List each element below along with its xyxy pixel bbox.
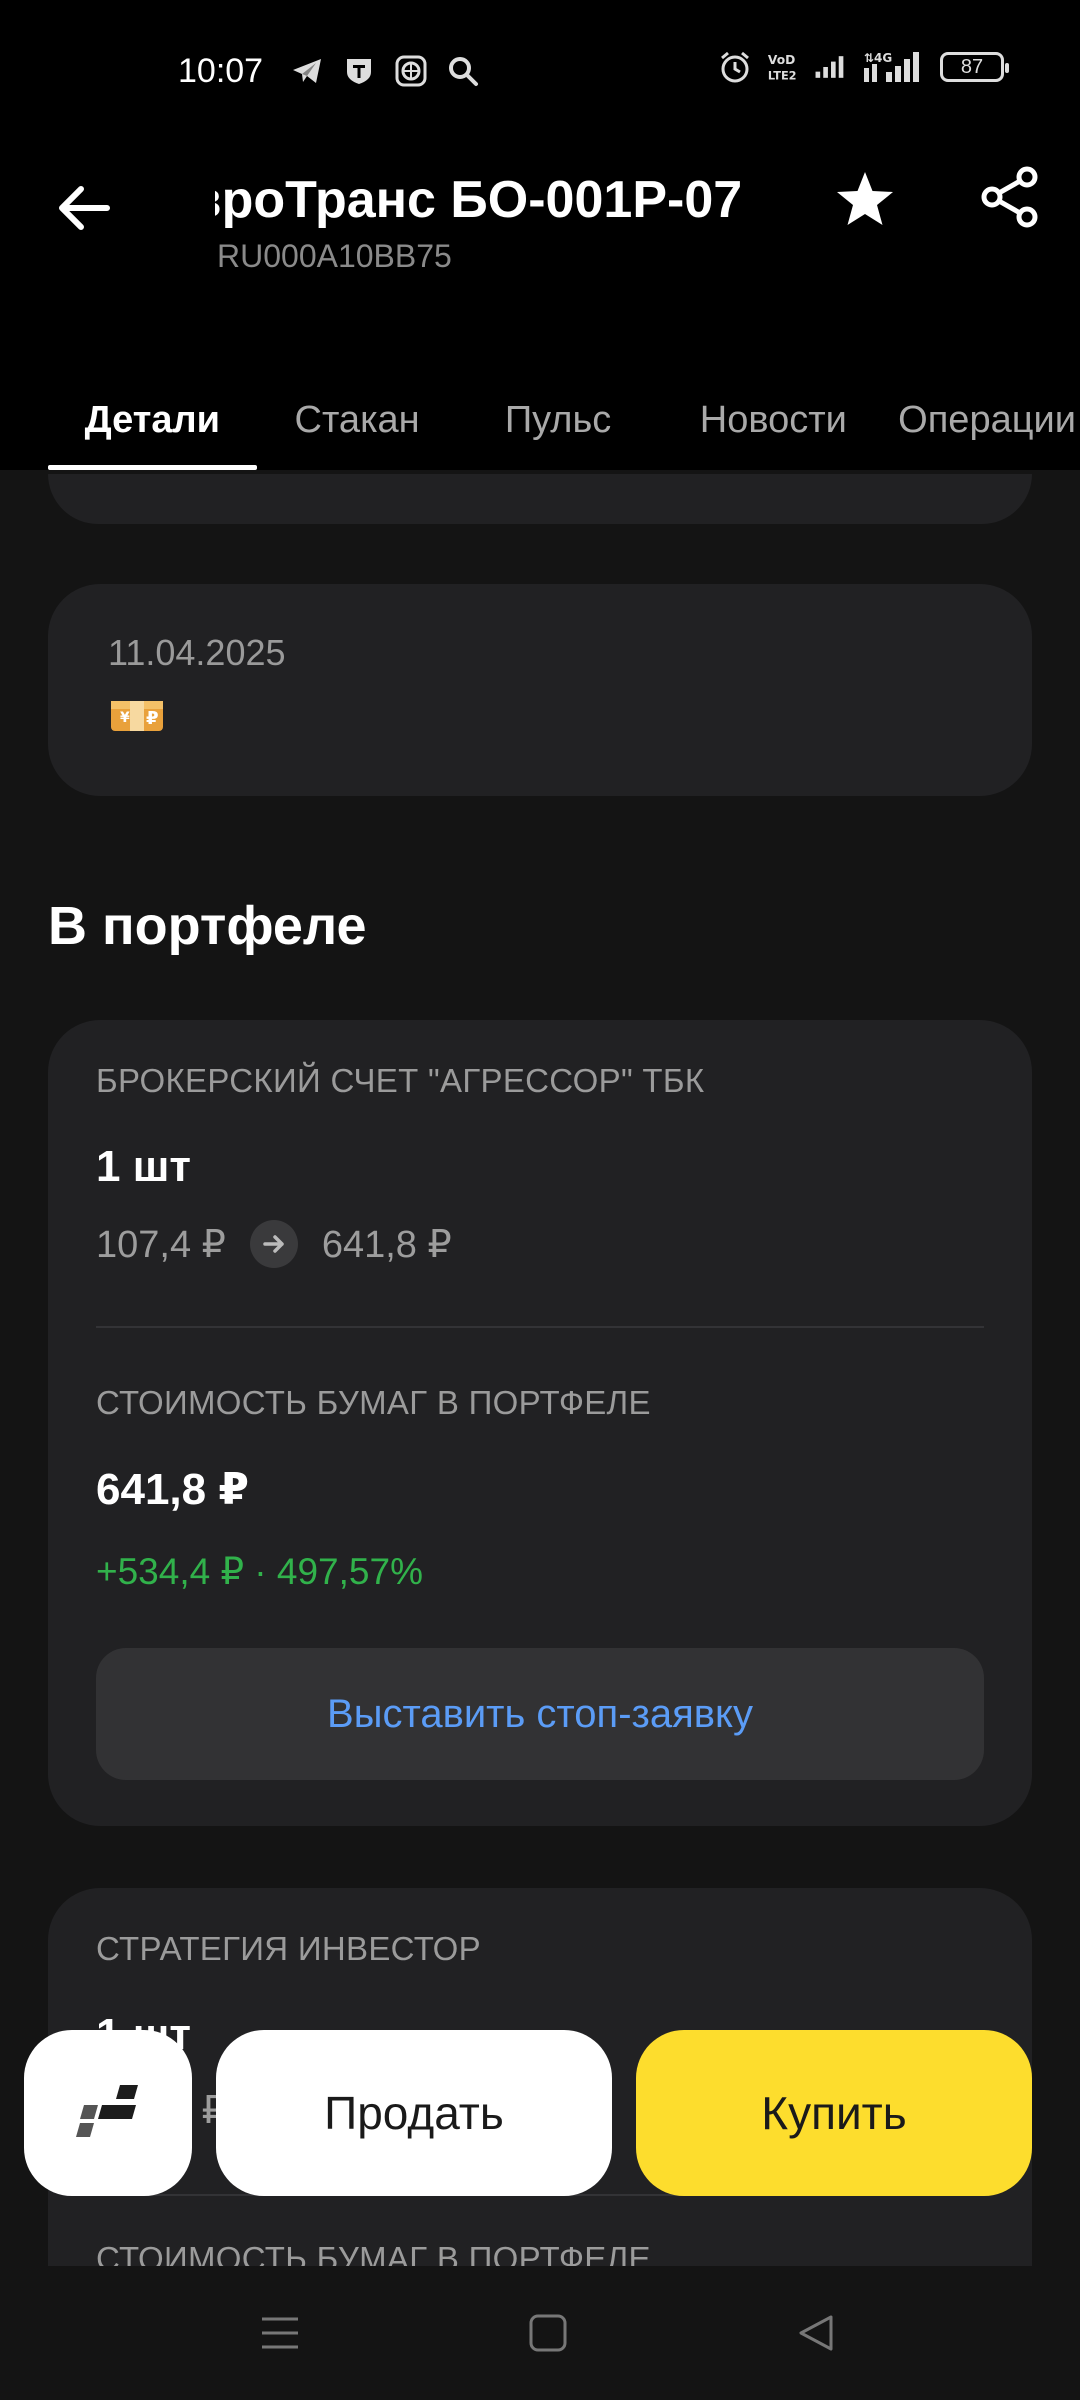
alarm-icon <box>718 50 752 84</box>
arrow-left-icon <box>59 186 110 230</box>
share-button[interactable] <box>975 162 1045 232</box>
menu-nav-button[interactable] <box>250 2308 310 2358</box>
header: ЕвроТранс БО-001Р-07 RU000A10BB75 Детали… <box>0 150 1080 470</box>
svg-text:⇅4G: ⇅4G <box>864 51 892 65</box>
strategy-label: СТРАТЕГИЯ ИНВЕСТОР <box>96 1930 481 1967</box>
date-text: 11.04.2025 <box>108 632 286 673</box>
price-row: 107,4 ₽ 641,8 ₽ <box>96 1220 452 1268</box>
status-icons-left <box>290 54 480 88</box>
status-bar: 10:07 VoD LTE2 ⇅4G 87 <box>0 0 1080 150</box>
menu-icon <box>262 2317 298 2349</box>
shield-app-icon <box>342 54 376 88</box>
star-icon <box>837 172 893 225</box>
back-button[interactable] <box>52 176 116 240</box>
search-icon <box>446 54 480 88</box>
svg-text:LTE2: LTE2 <box>768 68 797 82</box>
tab-bar: Детали Стакан Пульс Новости Операции <box>0 370 1080 470</box>
money-bundle-icon: ¥ ₽ <box>111 701 163 731</box>
tab-operations[interactable]: Операции <box>888 370 1080 470</box>
assistant-button[interactable] <box>24 2030 192 2196</box>
title-container: ЕвроТранс БО-001Р-07 <box>215 160 785 240</box>
section-title-portfolio: В портфеле <box>48 896 367 956</box>
triangle-back-icon <box>799 2315 833 2351</box>
vpn-globe-icon <box>394 54 428 88</box>
divider <box>96 1326 984 1328</box>
portfolio-gain: +534,4 ₽ · 497,57% <box>96 1551 423 1592</box>
current-price: 641,8 ₽ <box>321 1223 452 1266</box>
portfolio-value: 641,8 ₽ <box>96 1465 249 1514</box>
battery-icon: 87 <box>940 52 1009 82</box>
system-nav-bar <box>0 2266 1080 2400</box>
svg-text:VoD: VoD <box>768 53 795 67</box>
page-title: ЕвроТранс БО-001Р-07 <box>215 171 743 229</box>
tab-order-book[interactable]: Стакан <box>257 370 458 470</box>
signal-icon <box>814 50 848 84</box>
svg-text:¥: ¥ <box>120 710 130 726</box>
account-label: БРОКЕРСКИЙ СЧЕТ "АГРЕССОР" ТБК <box>96 1062 705 1099</box>
back-nav-button[interactable] <box>786 2308 846 2358</box>
tab-pulse[interactable]: Пульс <box>458 370 659 470</box>
tab-news[interactable]: Новости <box>659 370 889 470</box>
status-icons-right: VoD LTE2 ⇅4G 87 <box>718 50 1009 84</box>
stop-order-button[interactable]: Выставить стоп-заявку <box>96 1648 984 1780</box>
isin-code: RU000A10BB75 <box>217 238 452 274</box>
previous-card-bottom <box>48 474 1032 524</box>
favorite-button[interactable] <box>830 164 900 234</box>
svg-text:₽: ₽ <box>146 708 159 729</box>
sell-button[interactable]: Продать <box>216 2030 612 2196</box>
status-time: 10:07 <box>178 52 264 90</box>
arrow-right-icon <box>249 1220 298 1268</box>
buy-button[interactable]: Купить <box>636 2030 1032 2196</box>
tab-details[interactable]: Детали <box>48 370 257 470</box>
home-square-icon <box>529 2314 567 2352</box>
portfolio-card: БРОКЕРСКИЙ СЧЕТ "АГРЕССОР" ТБК 1 шт 107,… <box>48 1020 1032 1826</box>
4g-signal-icon: ⇅4G <box>862 50 926 84</box>
home-nav-button[interactable] <box>518 2308 578 2358</box>
value-label: СТОИМОСТЬ БУМАГ В ПОРТФЕЛЕ <box>96 1384 651 1421</box>
quantity: 1 шт <box>96 1142 191 1191</box>
telegram-icon <box>290 54 324 88</box>
buy-price: 107,4 ₽ <box>96 1223 226 1266</box>
volte-icon: VoD LTE2 <box>766 50 800 84</box>
share-icon <box>981 166 1038 228</box>
date-card: 11.04.2025 ¥ ₽ <box>48 584 1032 796</box>
strategy-value-label: СТОИМОСТЬ БУМАГ В ПОРТФЕЛЕ <box>96 2240 651 2268</box>
app-logo-icon <box>76 2085 138 2137</box>
